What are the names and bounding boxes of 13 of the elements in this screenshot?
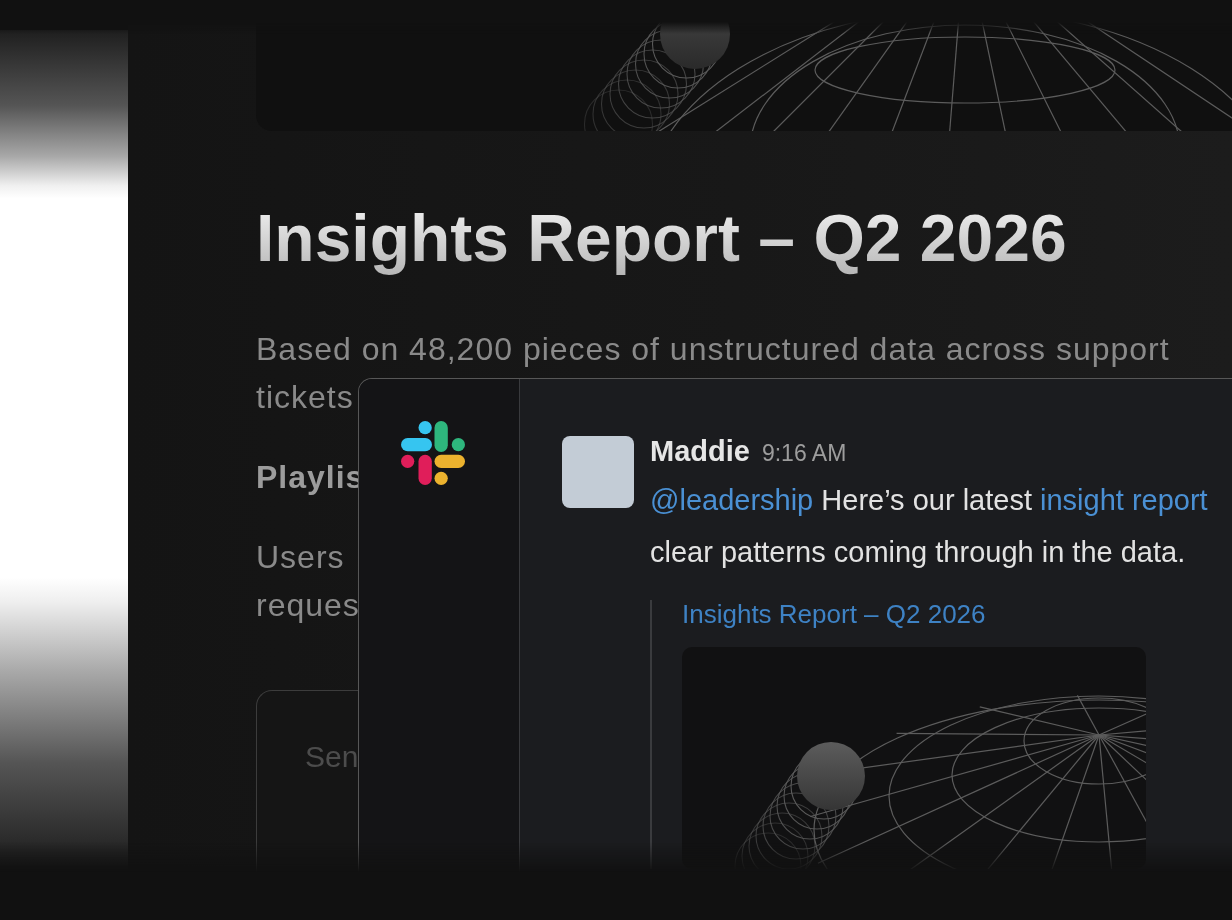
section-heading: Playlis: [256, 458, 365, 497]
body-text: reques: [256, 586, 360, 625]
logo-icon: [401, 421, 465, 485]
summary-text: tickets: [256, 378, 354, 417]
link[interactable]: insight report: [1040, 484, 1208, 516]
message-time: 9:16 AM: [761, 439, 847, 468]
summary-text: Based on 48,200 pieces of unstructured data across support: [256, 330, 1170, 369]
message-text: @leadership Here’s our latest insight report clear patterns coming through in the data.: [650, 483, 1209, 570]
attachment-title-link[interactable]: Insights Report – Q2 2026: [682, 600, 986, 628]
author-name: Maddie: [650, 436, 750, 466]
body-text: Users: [256, 538, 345, 577]
avatar-placeholder: [562, 436, 634, 508]
mention-link[interactable]: @leadership: [650, 484, 814, 516]
